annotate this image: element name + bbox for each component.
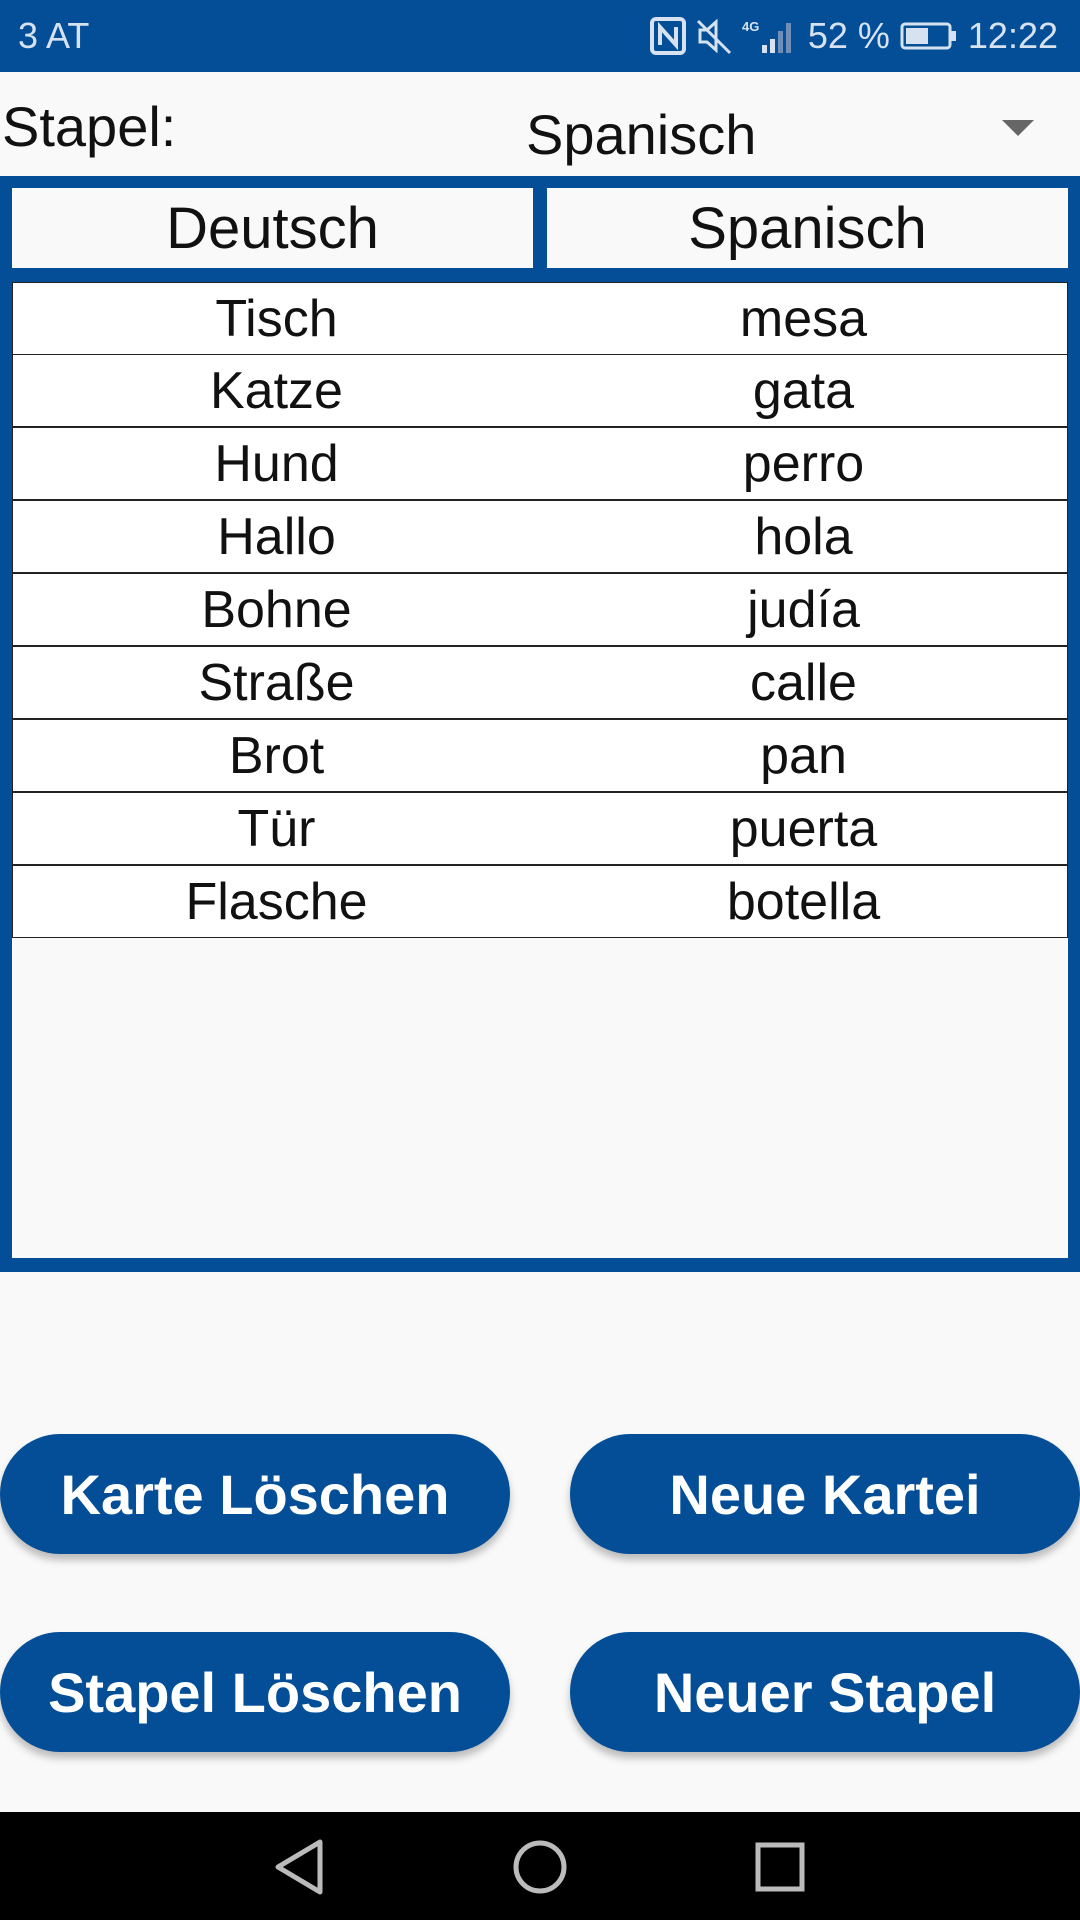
network-label: 4G [742,19,759,34]
deck-selected-value: Spanisch [526,103,757,166]
new-card-button[interactable]: Neue Kartei [570,1434,1080,1554]
recents-icon[interactable] [745,1832,815,1902]
cell-german: Bohne [201,580,352,639]
cell-spanish: judía [747,580,860,639]
signal-icon: 4G [742,17,798,55]
cell-spanish: hola [754,507,853,566]
cell-spanish: botella [726,872,881,931]
deck-dropdown[interactable]: Spanisch [500,80,1060,170]
dropdown-caret-icon [1002,120,1034,136]
table-row[interactable]: Straße calle [12,646,1068,719]
battery-percent: 52 % [807,15,890,56]
status-bar: 3 AT 4G 52 % 12:22 [0,0,1080,72]
column-header-spanish: Spanisch [547,188,1068,268]
cell-spanish: calle [750,653,857,712]
delete-card-button[interactable]: Karte Löschen [0,1434,510,1554]
cell-german: Hund [214,434,339,493]
status-icons: 4G 52 % 12:22 [649,15,1058,57]
cell-spanish: puerta [729,799,878,858]
carrier-label: 3 AT [18,15,90,56]
table-row[interactable]: Bohne judía [12,573,1068,646]
clock: 12:22 [967,15,1058,56]
table-row[interactable]: Brot pan [12,719,1068,792]
nfc-icon [649,17,686,55]
back-icon[interactable] [264,1832,334,1902]
column-header-german: Deutsch [12,188,533,268]
battery-icon [900,21,958,51]
table-row[interactable]: Flasche botella [12,865,1068,938]
cell-spanish: mesa [739,289,868,348]
deck-label: Stapel: [2,95,177,158]
cell-spanish: perro [742,434,865,493]
table-row[interactable]: Hund perro [12,427,1068,500]
table-body[interactable]: Tisch mesa Katze gata Hund perro Hallo h… [12,282,1068,1258]
table-row[interactable]: Tisch mesa [12,282,1068,355]
home-icon[interactable] [505,1832,575,1902]
cell-spanish: pan [760,726,847,785]
cell-german: Hallo [217,507,336,566]
table-row[interactable]: Hallo hola [12,500,1068,573]
delete-deck-button[interactable]: Stapel Löschen [0,1632,510,1752]
cell-spanish: gata [752,361,855,420]
card-table: Deutsch Spanisch Tisch mesa Katze gata H… [0,176,1080,1272]
navigation-bar [0,1812,1080,1920]
deck-row: Stapel: Spanisch [0,72,1080,176]
cell-german: Tür [237,799,316,858]
cell-german: Brot [228,726,325,785]
mute-icon [696,17,732,55]
table-row[interactable]: Katze gata [12,354,1068,427]
cell-german: Tisch [215,289,338,348]
new-deck-button[interactable]: Neuer Stapel [570,1632,1080,1752]
table-row[interactable]: Tür puerta [12,792,1068,865]
cell-german: Katze [210,361,343,420]
cell-german: Flasche [185,872,368,931]
cell-german: Straße [198,653,355,712]
